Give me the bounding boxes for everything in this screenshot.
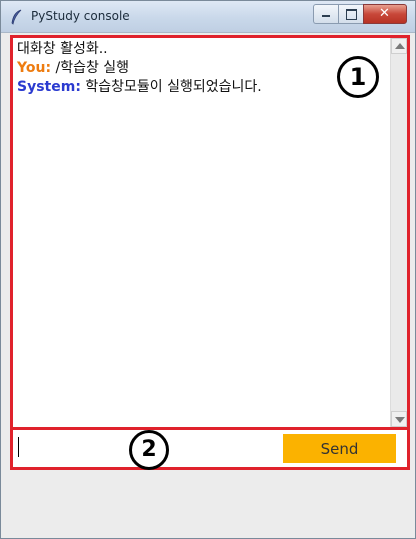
minimize-icon — [322, 15, 330, 17]
close-icon: ✕ — [379, 6, 390, 21]
input-area: Send — [10, 427, 410, 470]
close-button[interactable]: ✕ — [363, 4, 407, 24]
scroll-up-button[interactable] — [391, 38, 407, 54]
chat-line-text: 학습창모듈이 실행되었습니다. — [80, 79, 262, 95]
chat-line-text: 대화창 활성화.. — [17, 41, 108, 57]
feather-icon — [11, 9, 22, 25]
chat-messages: 대화창 활성화.. You: /학습창 실행 System: 학습창모듈이 실행… — [17, 40, 385, 97]
callout-number-1: 1 — [337, 56, 379, 98]
window-title: PyStudy console — [31, 9, 130, 23]
maximize-button[interactable] — [338, 4, 363, 24]
arrow-down-icon — [395, 417, 405, 423]
maximize-icon — [346, 9, 357, 20]
user-prefix: You: — [17, 60, 52, 76]
console-window: PyStudy console ✕ 대화창 활성화.. You: /학습창 실행… — [0, 0, 416, 539]
window-controls: ✕ — [313, 4, 407, 24]
scroll-down-button[interactable] — [391, 411, 407, 427]
chat-line-system: System: 학습창모듈이 실행되었습니다. — [17, 78, 385, 97]
arrow-up-icon — [395, 43, 405, 49]
send-button[interactable]: Send — [283, 434, 396, 463]
chat-line-text: /학습창 실행 — [51, 60, 130, 76]
chat-scrollbar[interactable] — [390, 38, 407, 427]
chat-line-user: You: /학습창 실행 — [17, 59, 385, 78]
title-bar[interactable]: PyStudy console ✕ — [1, 1, 415, 33]
minimize-button[interactable] — [313, 4, 338, 24]
chat-line-status: 대화창 활성화.. — [17, 40, 385, 59]
callout-number-2: 2 — [129, 430, 169, 470]
text-caret — [18, 437, 19, 457]
system-prefix: System: — [17, 79, 81, 95]
